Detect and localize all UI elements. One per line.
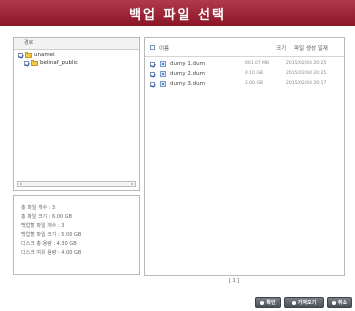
window-title: 백업 파일 선택: [129, 7, 226, 23]
file-list-panel: 이름 크기 파일 생성 일재 dumy 1.dum 601.07 MB 2015…: [144, 37, 345, 276]
tree-item-label: unamei: [34, 52, 55, 58]
pagination[interactable]: [ 1 ]: [229, 278, 239, 284]
info-total-size: 총 파일 크기 : 6.00 GB: [21, 214, 73, 220]
file-icon: [160, 61, 166, 67]
file-name: dumy 2.dum: [170, 71, 205, 77]
cancel-button-label: 취소: [337, 300, 348, 306]
info-disk-free: 디스크 여유 용량 : 4.00 GB: [21, 250, 82, 256]
select-all-checkbox[interactable]: [150, 45, 155, 50]
ok-button-label: 확인: [266, 300, 276, 306]
title-bar: 백업 파일 선택: [0, 0, 355, 26]
column-header-size[interactable]: 크기: [276, 44, 286, 52]
row-checkbox[interactable]: [150, 62, 155, 67]
row-checkbox[interactable]: [150, 72, 155, 77]
scroll-right-icon[interactable]: ▸: [130, 182, 135, 186]
checkbox-icon[interactable]: [24, 60, 29, 66]
column-header-name[interactable]: 이름: [159, 44, 169, 52]
file-row[interactable]: dumy 1.dum 601.07 MB 2015/02/04 20:25: [149, 60, 342, 69]
folder-icon: [31, 59, 38, 66]
file-row[interactable]: dumy 3.dum 2.00 GB 2015/02/04 20:17: [149, 80, 342, 89]
tree-item-child[interactable]: belinaf_public: [24, 59, 79, 66]
row-checkbox[interactable]: [150, 82, 155, 87]
folder-tree-panel: 경로 unamei belinaf_public ◂ ▸: [13, 37, 140, 191]
folder-icon: [25, 51, 32, 58]
file-icon: [160, 81, 166, 87]
file-name: dumy 3.dum: [170, 81, 205, 87]
tree-item-root[interactable]: unamei: [18, 51, 55, 58]
info-backup-size: 백업할 파일 크기 : 5.00 GB: [21, 232, 82, 238]
info-disk-total: 디스크 총 용량 : 4.30 GB: [21, 241, 77, 247]
file-date: 2015/02/04 20:17: [286, 81, 327, 86]
close-icon: [331, 300, 336, 305]
info-backup-count: 백업할 파일 개수 : 3: [21, 223, 65, 229]
backup-info-panel: 총 파일 개수 : 3 총 파일 크기 : 6.00 GB 백업할 파일 개수 …: [13, 195, 140, 275]
import-button-label: 가져오기: [297, 300, 317, 306]
file-row[interactable]: dumy 2.dum 4.10 GB 2015/02/04 20:25: [149, 70, 342, 79]
tree-header: 경로: [14, 38, 139, 50]
import-button[interactable]: 가져오기: [284, 297, 324, 308]
arrow-icon: [291, 300, 296, 305]
scroll-left-icon[interactable]: ◂: [18, 182, 23, 186]
column-header-date[interactable]: 파일 생성 일재: [294, 44, 328, 52]
file-size: 2.00 GB: [245, 81, 264, 86]
file-size: 4.10 GB: [245, 71, 264, 76]
file-date: 2015/02/04 20:25: [286, 61, 327, 66]
file-name: dumy 1.dum: [170, 61, 205, 67]
horizontal-scrollbar[interactable]: ◂ ▸: [17, 181, 136, 187]
file-icon: [160, 71, 166, 77]
file-size: 601.07 MB: [245, 61, 270, 66]
cancel-button[interactable]: 취소: [327, 297, 352, 308]
file-date: 2015/02/04 20:25: [286, 71, 327, 76]
check-icon: [260, 300, 265, 305]
info-total-count: 총 파일 개수 : 3: [21, 205, 56, 211]
tree-item-label: belinaf_public: [40, 60, 79, 66]
ok-button[interactable]: 확인: [255, 297, 281, 308]
file-list-header: 이름 크기 파일 생성 일재: [145, 38, 344, 57]
checkbox-icon[interactable]: [18, 52, 23, 58]
